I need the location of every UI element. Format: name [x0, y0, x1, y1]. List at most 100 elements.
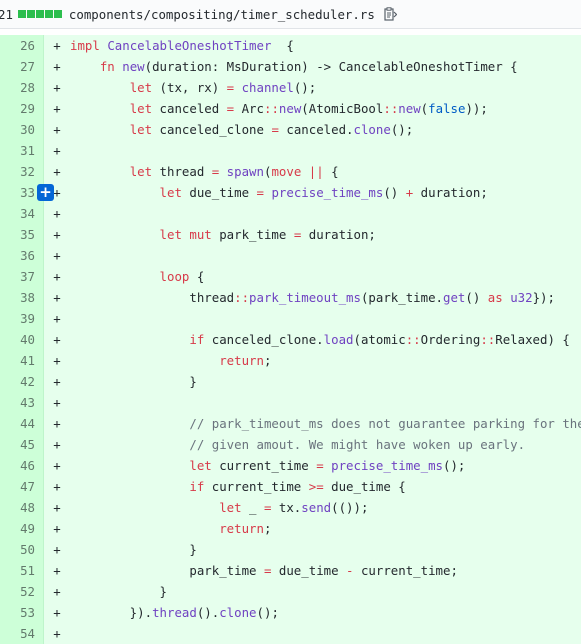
line-number[interactable]: 48	[0, 497, 44, 518]
code-token: thread	[70, 290, 235, 305]
line-number[interactable]: 26	[0, 35, 44, 56]
diff-line: 30 + let canceled_clone = canceled.clone(…	[0, 119, 581, 140]
line-number[interactable]: 28	[0, 77, 44, 98]
line-number[interactable]: 50	[0, 539, 44, 560]
code-token: ()	[465, 290, 488, 305]
line-number[interactable]: 45	[0, 434, 44, 455]
diff-line: 36 +	[0, 245, 581, 266]
diff-line: 42 + }	[0, 371, 581, 392]
diff-line: 48 + let _ = tx.send(());	[0, 497, 581, 518]
addition-marker: +	[53, 584, 61, 599]
clipboard-icon[interactable]	[384, 7, 397, 21]
code-token: move	[271, 164, 309, 179]
code-token: thread	[152, 605, 197, 620]
code-token: new	[398, 101, 421, 116]
addition-marker: +	[53, 269, 61, 284]
code-token: ::	[383, 101, 399, 116]
addition-marker: +	[53, 626, 61, 641]
code-token: ();	[390, 122, 414, 137]
line-number[interactable]: 52	[0, 581, 44, 602]
line-number[interactable]: 42	[0, 371, 44, 392]
code-token: ::	[405, 332, 421, 347]
code-token: (AtomicBool	[301, 101, 384, 116]
code-text: let (tx, rx) = channel();	[70, 77, 317, 98]
line-number[interactable]: 44	[0, 413, 44, 434]
line-number[interactable]: 41	[0, 350, 44, 371]
addition-marker: +	[53, 521, 61, 536]
code-token: ::	[234, 290, 250, 305]
code-token: fn	[99, 59, 123, 74]
line-number[interactable]: 51	[0, 560, 44, 581]
diff-line: 50 + }	[0, 539, 581, 560]
line-number[interactable]: 39	[0, 308, 44, 329]
code-token: let	[129, 101, 160, 116]
line-number[interactable]: 49	[0, 518, 44, 539]
addition-marker: +	[53, 38, 61, 53]
line-number[interactable]: 30	[0, 119, 44, 140]
code-token: let	[189, 458, 220, 473]
code-text: thread::park_timeout_ms(park_time.get() …	[70, 287, 555, 308]
add-comment-button[interactable]: +	[37, 183, 54, 201]
code-token: Relaxed) {	[495, 332, 570, 347]
line-number[interactable]: 36	[0, 245, 44, 266]
code-token: impl	[70, 38, 108, 53]
code-text: let current_time = precise_time_ms();	[70, 455, 465, 476]
file-header: 21 components/compositing/timer_schedule…	[0, 0, 581, 29]
addition-marker: +	[53, 332, 61, 347]
line-number[interactable]: 47	[0, 476, 44, 497]
code-token: ::	[263, 101, 279, 116]
code-text: let canceled_clone = canceled.clone();	[70, 119, 414, 140]
line-number[interactable]: 31	[0, 140, 44, 161]
code-token: canceled_clone	[159, 122, 272, 137]
diff-line: 52 + }	[0, 581, 581, 602]
code-token: new	[122, 59, 145, 74]
code-token: _	[249, 500, 264, 515]
code-token: =	[256, 185, 272, 200]
addition-marker: +	[53, 206, 61, 221]
addition-marker: +	[53, 437, 61, 452]
code-token: ()	[383, 185, 406, 200]
line-number[interactable]: 29	[0, 98, 44, 119]
code-token: =	[316, 458, 332, 473]
diff-line: 33 + let due_time = precise_time_ms() + d…	[0, 182, 581, 203]
code-text: if canceled_clone.load(atomic::Ordering:…	[70, 329, 570, 350]
diff-line: 51 + park_time = due_time - current_time;	[0, 560, 581, 581]
code-token: current_time	[211, 479, 309, 494]
addition-marker: +	[53, 101, 61, 116]
code-token: CancelableOneshotTimer	[107, 38, 272, 53]
addition-marker: +	[53, 563, 61, 578]
code-token: let	[129, 122, 160, 137]
code-token: current_time	[219, 458, 317, 473]
code-token: // park_timeout_ms does not guarantee pa…	[189, 416, 581, 431]
line-number[interactable]: 40	[0, 329, 44, 350]
line-number[interactable]: 32	[0, 161, 44, 182]
code-token: precise_time_ms	[331, 458, 444, 473]
line-number[interactable]: 34	[0, 203, 44, 224]
line-number[interactable]: 27	[0, 56, 44, 77]
file-path[interactable]: components/compositing/timer_scheduler.r…	[69, 7, 375, 22]
line-number[interactable]: 54	[0, 623, 44, 644]
diffstat-block	[53, 10, 62, 18]
addition-marker: +	[53, 605, 61, 620]
diff-line: 44 + // park_timeout_ms does not guarante…	[0, 413, 581, 434]
code-token: (atomic	[353, 332, 406, 347]
line-number[interactable]: 53	[0, 602, 44, 623]
code-token: {	[196, 269, 205, 284]
code-token: due_time	[278, 563, 347, 578]
code-token: +	[405, 185, 421, 200]
line-number[interactable]: 38	[0, 287, 44, 308]
line-number[interactable]: 43	[0, 392, 44, 413]
code-token: (duration: MsDuration) -> CancelableOnes…	[144, 59, 518, 74]
diff-line: 45 + // given amout. We might have woken …	[0, 434, 581, 455]
diff-line: 49 + return;	[0, 518, 581, 539]
code-token: =	[263, 500, 279, 515]
line-number[interactable]: 35	[0, 224, 44, 245]
line-number[interactable]: 46	[0, 455, 44, 476]
code-token: duration;	[308, 227, 376, 242]
line-number[interactable]: 37	[0, 266, 44, 287]
code-text: let due_time = precise_time_ms() + durat…	[70, 182, 488, 203]
